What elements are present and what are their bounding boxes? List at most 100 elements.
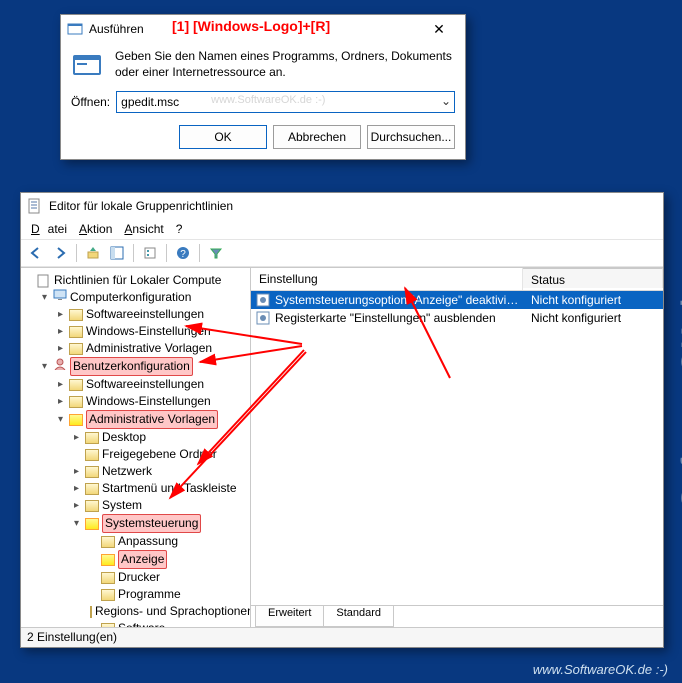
setting-name: Systemsteuerungsoption "Anzeige" deaktiv… <box>275 293 523 307</box>
tree-item[interactable]: ▸Softwareeinstellungen <box>55 376 248 393</box>
policy-icon <box>37 274 51 288</box>
folder-icon <box>69 396 83 408</box>
folder-icon <box>85 449 99 461</box>
folder-icon <box>101 572 115 584</box>
view-tabs: Erweitert Standard <box>251 605 663 627</box>
folder-icon <box>85 500 99 512</box>
watermark-vertical: SoftwareOK.de <box>676 280 682 508</box>
menu-help[interactable]: ? <box>172 221 187 237</box>
expand-icon[interactable]: ▸ <box>71 463 82 480</box>
expand-icon[interactable]: ▸ <box>71 429 82 446</box>
close-icon[interactable]: ✕ <box>419 16 459 42</box>
open-combobox[interactable]: www.SoftwareOK.de :-) ⌄ <box>116 91 455 113</box>
cancel-button[interactable]: Abbrechen <box>273 125 361 149</box>
tree-item[interactable]: Regions- und Sprachoptionen <box>87 603 248 620</box>
collapse-icon[interactable]: ▾ <box>71 515 82 532</box>
collapse-icon[interactable]: ▾ <box>39 358 50 375</box>
setting-status: Nicht konfiguriert <box>523 311 663 325</box>
tree-item[interactable]: ▸Windows-Einstellungen <box>55 323 248 340</box>
run-description: Geben Sie den Namen eines Programms, Ord… <box>115 49 455 80</box>
menu-action[interactable]: Aktion <box>75 221 116 237</box>
col-setting[interactable]: Einstellung <box>251 268 523 290</box>
run-titlebar[interactable]: Ausführen ✕ <box>61 15 465 43</box>
collapse-icon[interactable]: ▾ <box>55 411 66 428</box>
tree-item[interactable]: ▸Administrative Vorlagen <box>55 340 248 357</box>
tree-item[interactable]: Freigegebene Ordner <box>71 446 248 463</box>
tree-item[interactable]: Programme <box>87 586 248 603</box>
folder-icon <box>69 379 83 391</box>
run-title: Ausführen <box>89 22 419 36</box>
setting-icon <box>255 292 271 308</box>
ok-button[interactable]: OK <box>179 125 267 149</box>
run-app-icon <box>71 49 105 83</box>
tree-root[interactable]: Richtlinien für Lokaler Compute <box>23 272 248 289</box>
collapse-icon[interactable]: ▾ <box>39 289 50 306</box>
folder-icon <box>69 309 83 321</box>
tree-admin-templates[interactable]: ▾Administrative Vorlagen <box>55 410 248 429</box>
expand-icon[interactable]: ▸ <box>55 393 66 410</box>
tab-standard[interactable]: Standard <box>323 606 394 627</box>
up-button[interactable] <box>82 242 104 264</box>
editor-titlebar[interactable]: Editor für lokale Gruppenrichtlinien <box>21 193 663 219</box>
toolbar: ? <box>21 239 663 267</box>
expand-icon[interactable]: ▸ <box>55 376 66 393</box>
tree-item[interactable]: Software <box>87 620 248 627</box>
open-input[interactable] <box>116 91 455 113</box>
tree-control-panel[interactable]: ▾Systemsteuerung <box>71 514 248 533</box>
setting-status: Nicht konfiguriert <box>523 293 663 307</box>
tab-extended[interactable]: Erweitert <box>255 606 324 627</box>
editor-title-icon <box>27 198 43 214</box>
tree-display[interactable]: Anzeige <box>87 550 248 569</box>
gpedit-window: Editor für lokale Gruppenrichtlinien Dat… <box>20 192 664 648</box>
tree-item[interactable]: Anpassung <box>87 533 248 550</box>
col-status[interactable]: Status <box>523 268 663 288</box>
expand-icon[interactable]: ▸ <box>55 340 66 357</box>
tree-item[interactable]: ▸Windows-Einstellungen <box>55 393 248 410</box>
expand-icon[interactable]: ▸ <box>71 480 82 497</box>
show-hide-tree-button[interactable] <box>106 242 128 264</box>
back-button[interactable] <box>25 242 47 264</box>
tree-user-config[interactable]: ▾Benutzerkonfiguration <box>39 357 248 376</box>
menubar[interactable]: Datei Aktion Ansicht ? <box>21 219 663 239</box>
expand-icon[interactable]: ▸ <box>55 323 66 340</box>
computer-icon <box>53 289 67 306</box>
user-icon <box>53 358 67 375</box>
open-label: Öffnen: <box>71 95 110 109</box>
tree-computer-config[interactable]: ▾Computerkonfiguration <box>39 289 248 306</box>
tree-item[interactable]: ▸Netzwerk <box>71 463 248 480</box>
filter-button[interactable] <box>205 242 227 264</box>
tree-pane[interactable]: Richtlinien für Lokaler Compute ▾Compute… <box>21 268 251 627</box>
statusbar: 2 Einstellung(en) <box>21 627 663 647</box>
editor-title: Editor für lokale Gruppenrichtlinien <box>49 199 233 213</box>
folder-icon <box>85 483 99 495</box>
list-row-selected[interactable]: Systemsteuerungsoption "Anzeige" deaktiv… <box>251 291 663 309</box>
expand-icon[interactable]: ▸ <box>55 306 66 323</box>
folder-icon <box>69 414 83 426</box>
help-button[interactable]: ? <box>172 242 194 264</box>
folder-icon <box>85 432 99 444</box>
folder-icon <box>69 343 83 355</box>
list-pane: Einstellung Status Systemsteuerungsoptio… <box>251 268 663 627</box>
tree-item[interactable]: ▸System <box>71 497 248 514</box>
tree-item[interactable]: ▸Desktop <box>71 429 248 446</box>
tree-item[interactable]: ▸Startmenü und Taskleiste <box>71 480 248 497</box>
expand-icon[interactable]: ▸ <box>71 497 82 514</box>
tree-item[interactable]: ▸Softwareeinstellungen <box>55 306 248 323</box>
folder-icon <box>101 554 115 566</box>
menu-file[interactable]: Datei <box>27 221 71 237</box>
folder-icon <box>90 606 92 618</box>
folder-icon <box>101 536 115 548</box>
list-header[interactable]: Einstellung Status <box>251 268 663 291</box>
setting-icon <box>255 310 271 326</box>
run-title-icon <box>67 21 83 37</box>
run-dialog: Ausführen ✕ Geben Sie den Namen eines Pr… <box>60 14 466 160</box>
forward-button[interactable] <box>49 242 71 264</box>
credit-text: www.SoftwareOK.de :-) <box>533 662 668 677</box>
tree-item[interactable]: Drucker <box>87 569 248 586</box>
properties-button[interactable] <box>139 242 161 264</box>
menu-view[interactable]: Ansicht <box>120 221 167 237</box>
list-row[interactable]: Registerkarte "Einstellungen" ausblenden… <box>251 309 663 327</box>
browse-button[interactable]: Durchsuchen... <box>367 125 455 149</box>
setting-name: Registerkarte "Einstellungen" ausblenden <box>275 311 523 325</box>
folder-icon <box>101 589 115 601</box>
